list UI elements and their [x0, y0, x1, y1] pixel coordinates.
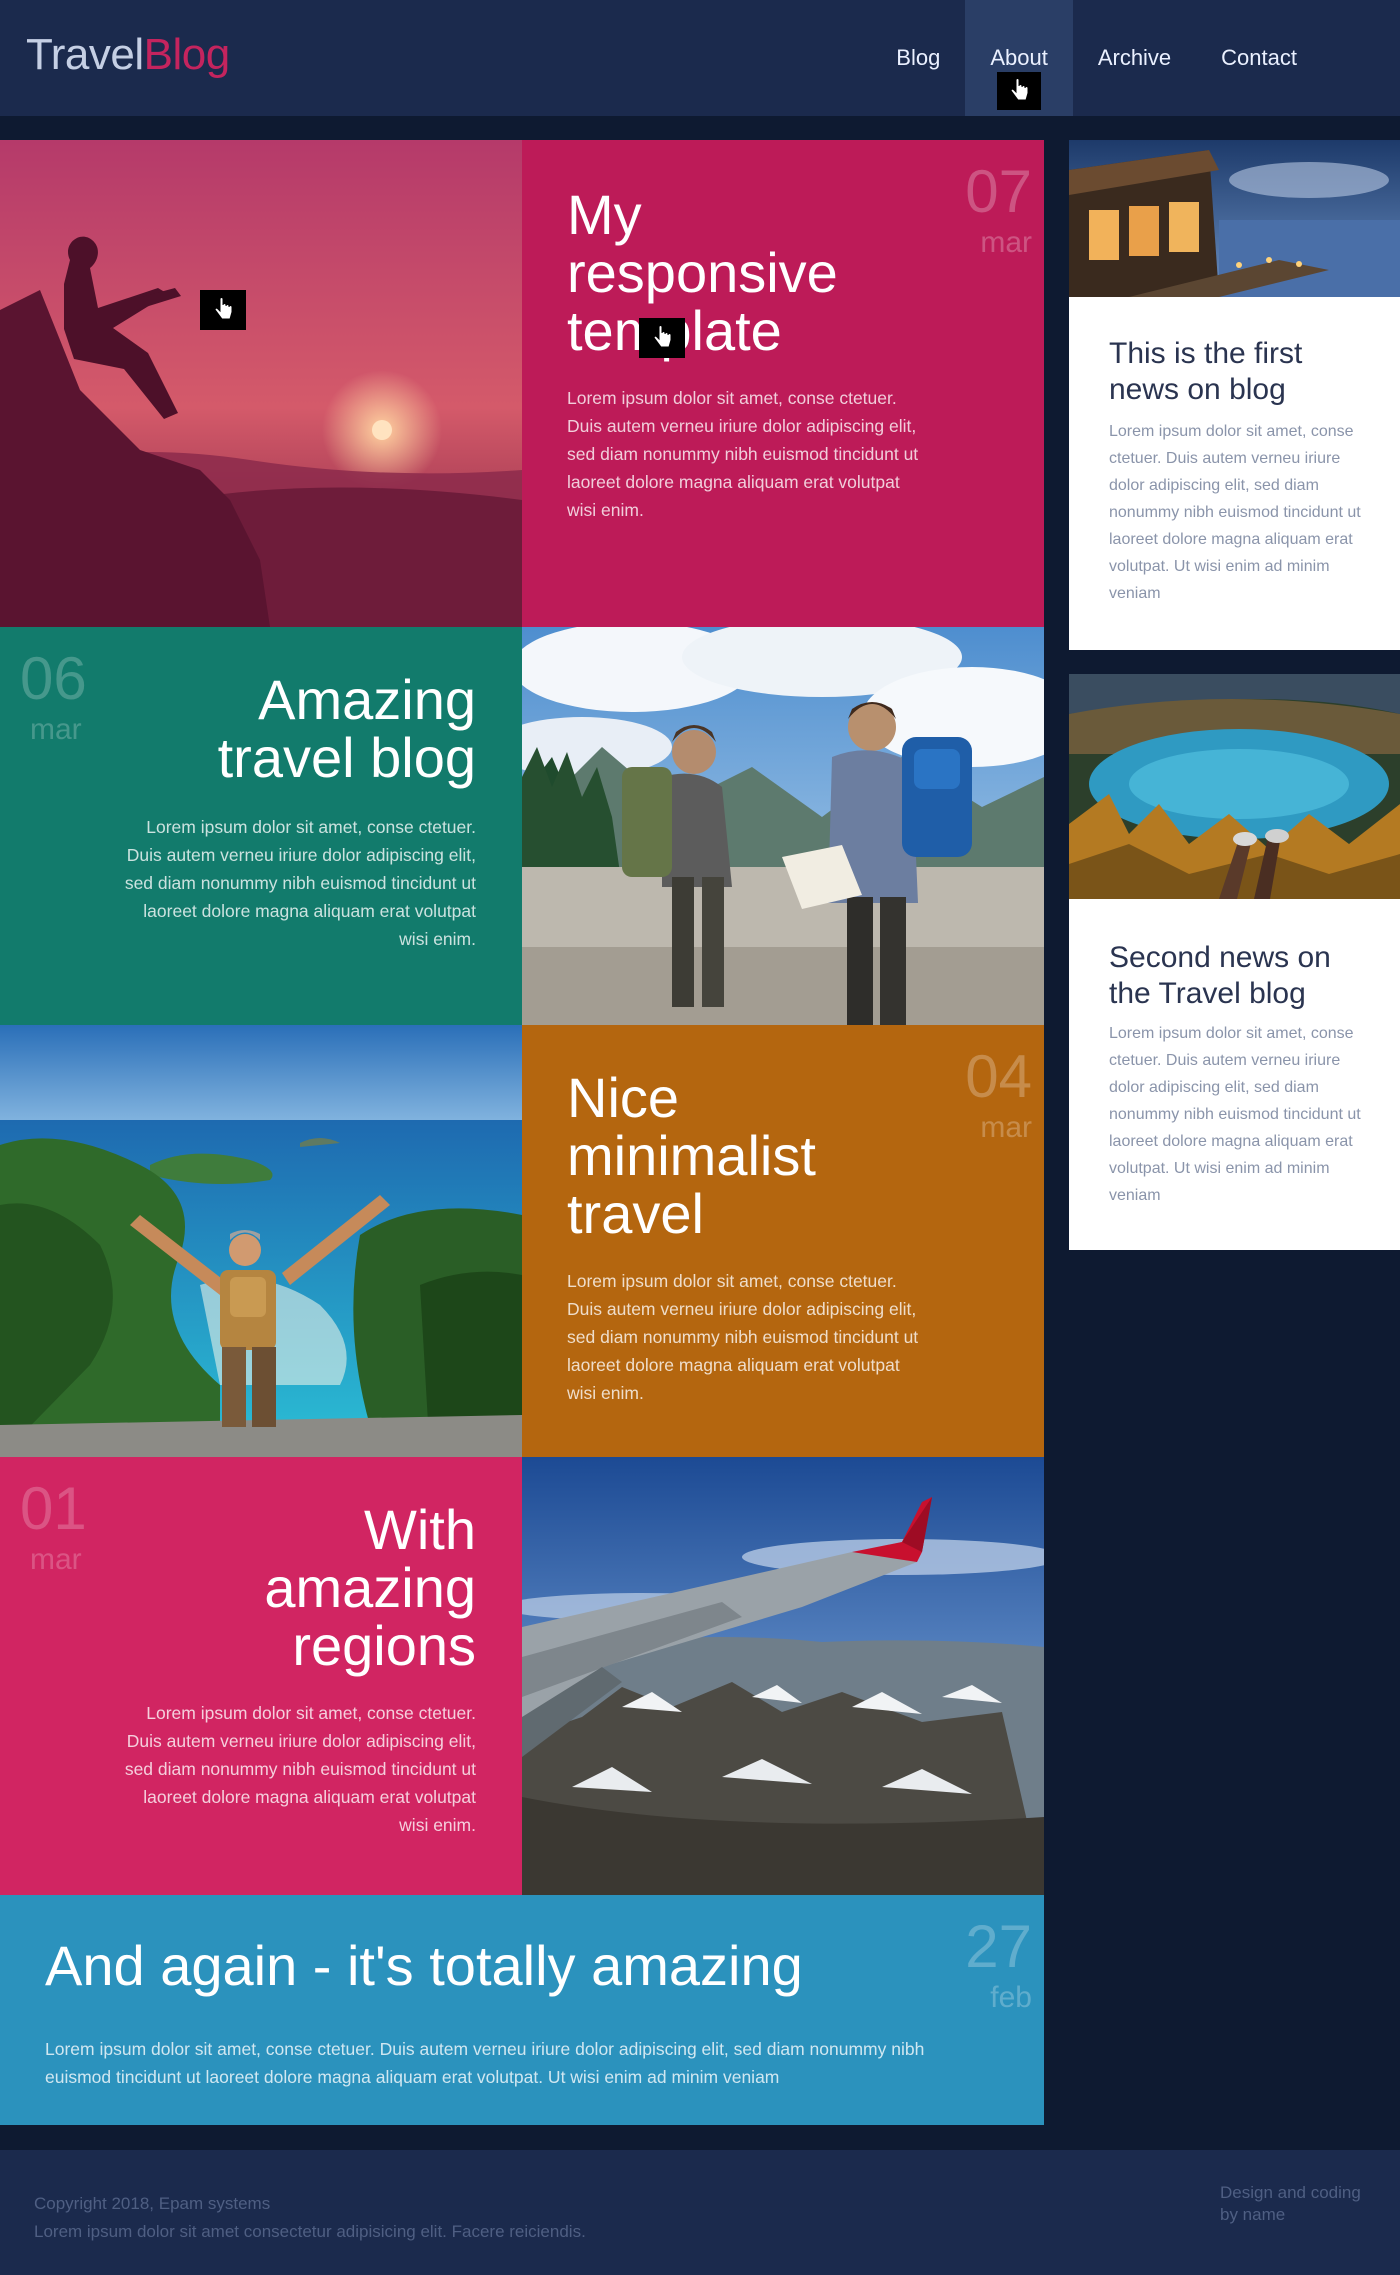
site-header: TravelBlog Blog About Archive Contact [0, 0, 1400, 116]
post-month: mar [30, 1543, 82, 1576]
footer-credit: Design and coding by name [1220, 2183, 1361, 2224]
post-excerpt: Lorem ipsum dolor sit amet, conse ctetue… [124, 817, 476, 949]
post-title[interactable]: Amazing travel blog [218, 671, 476, 787]
copyright: Copyright 2018, Epam systems [34, 2194, 271, 2213]
site-logo[interactable]: TravelBlog [26, 30, 230, 80]
post-title-line: travel [567, 1182, 704, 1245]
news-title[interactable]: Second news on the Travel blog [1109, 940, 1369, 1012]
post-day: 01 [20, 1475, 87, 1542]
post-title[interactable]: And again - it's totally amazing [45, 1937, 803, 1995]
post-excerpt: Lorem ipsum dolor sit amet, conse ctetue… [124, 1703, 476, 1835]
news-card-1[interactable]: This is the first news on blog Lorem ips… [1069, 140, 1400, 650]
post-title-line: My [567, 183, 642, 246]
hand-cursor-icon [200, 290, 246, 330]
post-month: mar [980, 1111, 1032, 1144]
post-title-line: regions [292, 1614, 476, 1677]
post-tile-nice-minimalist-travel[interactable]: 04 mar Nice minimalist travel Lorem ipsu… [522, 1025, 1044, 1457]
post-tile-with-amazing-regions[interactable]: 01 mar With amazing regions Lorem ipsum … [0, 1457, 522, 1895]
site-footer: Copyright 2018, Epam systems Lorem ipsum… [0, 2150, 1400, 2275]
post-day: 06 [20, 645, 87, 712]
photo-airplane-wing[interactable] [522, 1457, 1044, 1895]
nav-archive[interactable]: Archive [1073, 0, 1196, 116]
logo-blog: Blog [143, 30, 231, 79]
post-date: 06 mar [20, 649, 87, 745]
post-title[interactable]: With amazing regions [264, 1501, 476, 1675]
news-card-2[interactable]: Second news on the Travel blog Lorem ips… [1069, 674, 1400, 1250]
photo-resort-night [1069, 140, 1400, 297]
post-day: 04 [965, 1043, 1032, 1110]
post-day: 27 [965, 1913, 1032, 1980]
post-date: 01 mar [20, 1479, 87, 1575]
footer-info: Copyright 2018, Epam systems Lorem ipsum… [34, 2190, 586, 2246]
post-excerpt: Lorem ipsum dolor sit amet, conse ctetue… [45, 2039, 925, 2087]
photo-traveler-beach[interactable] [0, 1025, 522, 1457]
post-excerpt: Lorem ipsum dolor sit amet, conse ctetue… [567, 388, 919, 520]
post-title-line: Nice [567, 1066, 680, 1129]
post-excerpt: Lorem ipsum dolor sit amet, conse ctetue… [567, 1271, 919, 1403]
post-day: 07 [965, 158, 1032, 225]
hand-cursor-icon [997, 72, 1041, 110]
post-month: feb [990, 1981, 1032, 2014]
post-date: 07 mar [965, 162, 1032, 258]
news-excerpt: Lorem ipsum dolor sit amet, conse ctetue… [1109, 423, 1361, 602]
footer-tagline: Lorem ipsum dolor sit amet consectetur a… [34, 2222, 586, 2241]
post-title-line: minimalist [567, 1124, 816, 1187]
post-tile-responsive-template[interactable]: 07 mar My responsive template Lorem ipsu… [522, 140, 1044, 627]
photo-hikers-map[interactable] [522, 627, 1044, 1025]
post-date: 04 mar [965, 1047, 1032, 1143]
news-title[interactable]: This is the first news on blog [1109, 336, 1369, 408]
post-title[interactable]: My responsive template [567, 186, 838, 360]
post-title-line: responsive [567, 241, 838, 304]
nav-contact[interactable]: Contact [1196, 0, 1322, 116]
post-month: mar [980, 226, 1032, 259]
photo-mountain-lake [1069, 674, 1400, 899]
main-nav: Blog About Archive Contact [871, 0, 1322, 116]
post-title-line: With [364, 1498, 476, 1561]
post-tile-totally-amazing[interactable]: 27 feb And again - it's totally amazing … [0, 1895, 1044, 2125]
post-title-line: travel blog [217, 726, 476, 789]
logo-travel: Travel [26, 30, 144, 79]
post-title-line: template [567, 302, 838, 360]
hand-cursor-icon [639, 318, 685, 358]
post-month: mar [30, 713, 82, 746]
post-date: 27 feb [965, 1917, 1032, 2013]
post-title-line: Amazing [258, 668, 476, 731]
post-tile-amazing-travel-blog[interactable]: 06 mar Amazing travel blog Lorem ipsum d… [0, 627, 522, 1025]
nav-blog[interactable]: Blog [871, 0, 965, 116]
post-title-line: amazing [264, 1556, 476, 1619]
photo-sunset-hiker[interactable] [0, 140, 522, 627]
news-excerpt: Lorem ipsum dolor sit amet, conse ctetue… [1109, 1025, 1361, 1204]
post-title[interactable]: Nice minimalist travel [567, 1069, 816, 1243]
